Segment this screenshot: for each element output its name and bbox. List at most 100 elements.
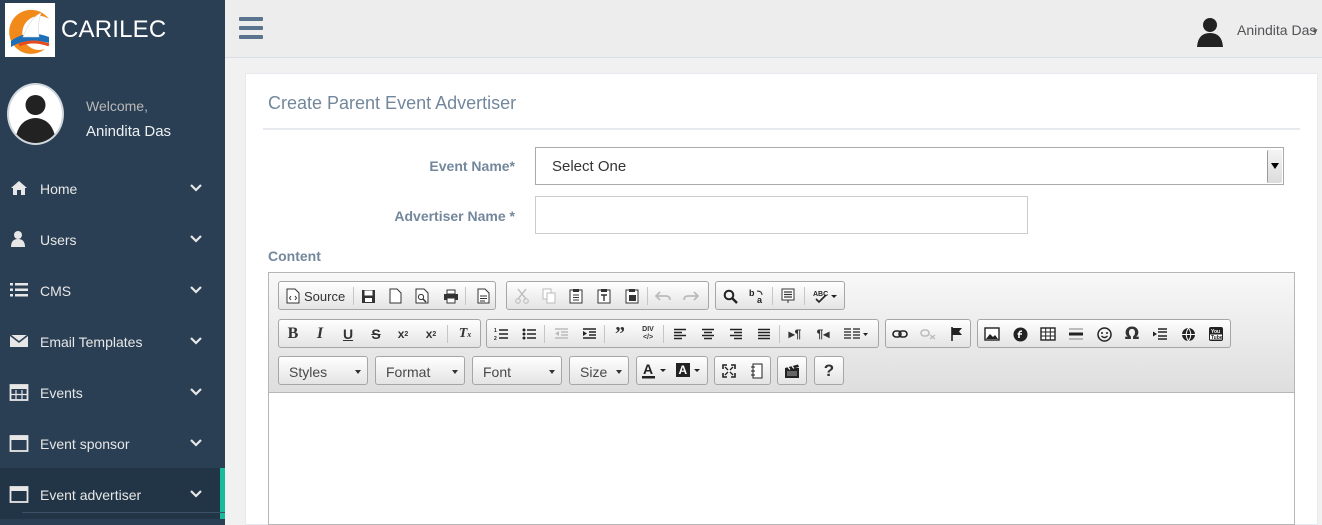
special-char-icon[interactable]: Ω [1122, 324, 1142, 344]
show-blocks-icon[interactable] [746, 361, 766, 381]
user-icon [11, 231, 25, 247]
background-color-icon[interactable]: A [674, 361, 704, 381]
subscript-icon[interactable]: x2 [393, 324, 413, 344]
event-name-select[interactable]: Select One [535, 147, 1284, 185]
numbered-list-icon[interactable]: 12 [491, 324, 511, 344]
spellcheck-icon[interactable]: ABC [812, 286, 840, 306]
size-dropdown-label: Size [580, 364, 608, 380]
svg-text:A: A [679, 363, 688, 377]
source-button[interactable]: Source [304, 289, 345, 304]
templates-icon[interactable] [473, 286, 493, 306]
dropdown-arrow-icon[interactable] [1267, 150, 1282, 183]
table-icon[interactable] [1038, 324, 1058, 344]
sidebar-item-events[interactable]: Events [0, 366, 225, 417]
horizontal-rule-icon[interactable] [1066, 324, 1086, 344]
toolbar-group-editing: ba ABC [715, 281, 845, 310]
cut-icon[interactable] [512, 286, 532, 306]
undo-icon[interactable] [653, 286, 673, 306]
remove-format-icon[interactable]: Tx [455, 324, 475, 344]
advertiser-name-label: Advertiser Name * [394, 208, 515, 224]
underline-icon[interactable]: U [338, 324, 358, 344]
outdent-icon[interactable] [551, 324, 571, 344]
toolbar-group-document: Source [278, 281, 496, 310]
welcome-text: Welcome, [86, 98, 148, 114]
chevron-down-icon [190, 388, 202, 396]
select-all-icon[interactable] [778, 286, 798, 306]
find-icon[interactable] [720, 286, 740, 306]
event-name-label: Event Name* [429, 158, 515, 174]
italic-icon[interactable]: I [310, 324, 330, 344]
align-justify-icon[interactable] [754, 324, 774, 344]
rtl-icon[interactable]: ¶◂ [813, 324, 833, 344]
size-dropdown[interactable]: Size [569, 356, 629, 385]
sidebar-item-cms[interactable]: CMS [0, 264, 225, 315]
align-left-icon[interactable] [670, 324, 690, 344]
format-dropdown-label: Format [386, 364, 431, 380]
align-right-icon[interactable] [726, 324, 746, 344]
smiley-icon[interactable] [1094, 324, 1114, 344]
calendar-icon [9, 384, 29, 401]
new-page-icon[interactable] [385, 286, 405, 306]
chevron-down-icon[interactable]: ▾ [1313, 26, 1318, 37]
indent-icon[interactable] [579, 324, 599, 344]
preview-icon[interactable] [412, 286, 432, 306]
toolbar-group-clipboard [506, 281, 709, 310]
toolbar-group-links [885, 319, 971, 348]
chevron-down-icon [190, 184, 202, 192]
unlink-icon[interactable] [918, 324, 938, 344]
sidebar-item-event-sponsor[interactable]: Event sponsor [0, 417, 225, 468]
text-color-icon[interactable]: A [640, 361, 670, 381]
format-dropdown[interactable]: Format [375, 356, 465, 385]
link-icon[interactable] [890, 324, 910, 344]
blockquote-icon[interactable]: ” [610, 323, 630, 345]
iframe-icon[interactable] [1178, 324, 1198, 344]
bold-icon[interactable]: B [283, 324, 303, 344]
editor-content-area[interactable] [269, 394, 1294, 524]
help-icon[interactable]: ? [819, 361, 839, 381]
create-div-icon[interactable]: DIV </> [638, 324, 658, 344]
align-center-icon[interactable] [698, 324, 718, 344]
language-icon[interactable] [841, 324, 871, 344]
brand-name: CARILEC [61, 16, 167, 43]
sidebar-item-home[interactable]: Home [0, 162, 225, 213]
youtube-icon[interactable]: You Tube [1206, 324, 1226, 344]
source-icon[interactable] [283, 286, 303, 306]
rich-text-editor[interactable]: Source ba ABC B I U S x 2 x 2 T x 1 2 ” … [268, 272, 1295, 525]
user-menu-name[interactable]: Anindita Das [1237, 22, 1316, 38]
print-icon[interactable] [441, 286, 461, 306]
brand[interactable]: CARILEC [0, 0, 225, 60]
toolbar-group-media [777, 356, 807, 385]
page-break-icon[interactable] [1150, 324, 1170, 344]
maximize-icon[interactable] [719, 361, 739, 381]
menu-toggle-icon[interactable] [239, 17, 263, 39]
toolbar-group-about: ? [814, 356, 844, 385]
chevron-down-icon [190, 337, 202, 345]
calendar-icon [9, 486, 29, 503]
bulleted-list-icon[interactable] [519, 324, 539, 344]
paste-icon[interactable] [566, 286, 586, 306]
event-name-selected: Select One [552, 158, 627, 175]
flash-icon[interactable] [1010, 324, 1030, 344]
ltr-icon[interactable]: ▸¶ [785, 324, 805, 344]
font-dropdown[interactable]: Font [472, 356, 562, 385]
svg-text:2: 2 [494, 336, 497, 341]
styles-dropdown[interactable]: Styles [278, 356, 368, 385]
sidebar-item-email-templates[interactable]: Email Templates [0, 315, 225, 366]
sidebar-item-users[interactable]: Users [0, 213, 225, 264]
save-icon[interactable] [358, 286, 378, 306]
anchor-flag-icon[interactable] [946, 324, 966, 344]
paste-word-icon[interactable] [622, 286, 642, 306]
paste-text-icon[interactable] [594, 286, 614, 306]
redo-icon[interactable] [681, 286, 701, 306]
replace-icon[interactable]: ba [747, 286, 767, 306]
superscript-icon[interactable]: x2 [421, 324, 441, 344]
toolbar-group-basicstyles: B I U S x2 x2 Tx [278, 319, 481, 348]
video-clapper-icon[interactable] [782, 361, 802, 381]
user-avatar-icon[interactable] [1195, 15, 1225, 47]
image-icon[interactable] [982, 324, 1002, 344]
copy-icon[interactable] [539, 286, 559, 306]
calendar-icon [9, 435, 29, 452]
submenu-start [22, 512, 225, 525]
strike-icon[interactable]: S [366, 324, 386, 344]
advertiser-name-input[interactable] [535, 196, 1028, 234]
